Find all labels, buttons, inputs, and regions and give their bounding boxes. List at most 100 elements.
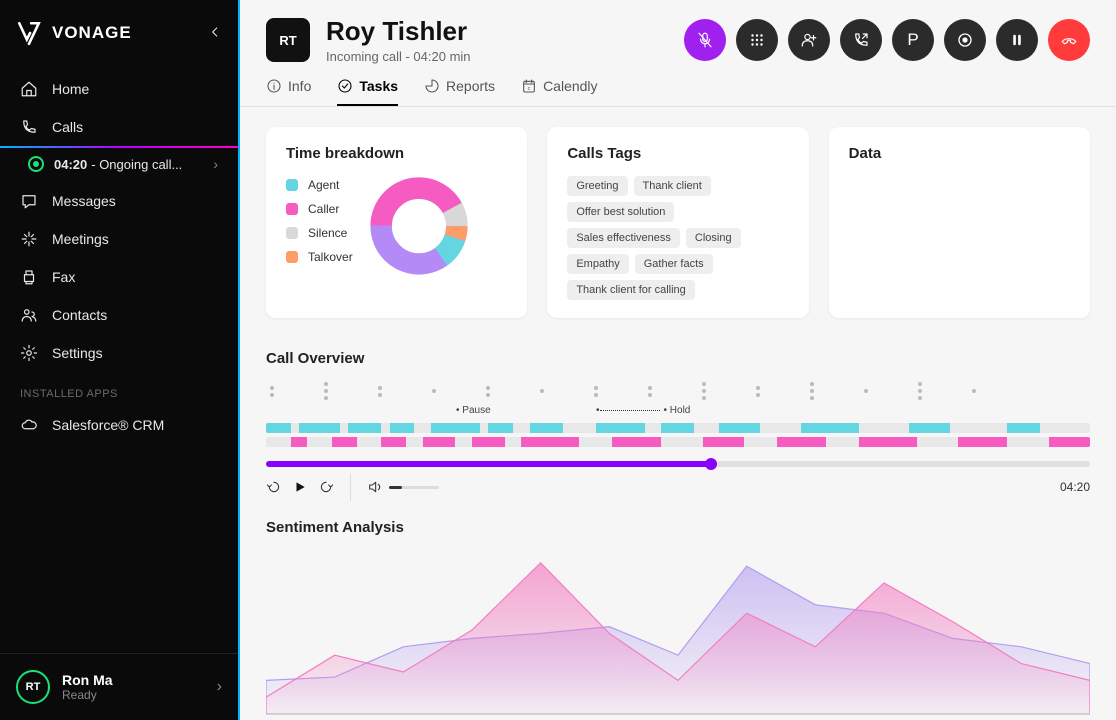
tab-calendly[interactable]: c Calendly <box>521 78 597 106</box>
phone-icon <box>20 118 38 136</box>
sidebar: VONAGE Home Calls 04:20 - Ongoing call..… <box>0 0 240 720</box>
cloud-icon <box>20 416 38 434</box>
play-button[interactable] <box>292 479 308 495</box>
record-button[interactable] <box>944 19 986 61</box>
sentiment-chart <box>266 546 1090 716</box>
user-status: Ready <box>62 688 113 702</box>
annot-hold: •• Hold <box>596 405 690 416</box>
user-name: Ron Ma <box>62 672 113 688</box>
vonage-logo-icon <box>16 20 42 46</box>
tab-label: Reports <box>446 78 495 94</box>
nav-label: Messages <box>52 193 116 209</box>
annot-pause: • Pause <box>456 405 491 416</box>
hangup-button[interactable] <box>1048 19 1090 61</box>
tab-reports[interactable]: Reports <box>424 78 495 106</box>
tab-label: Info <box>288 78 311 94</box>
volume-slider[interactable] <box>389 486 439 489</box>
tag[interactable]: Thank client <box>634 176 711 196</box>
tasks-icon <box>337 78 353 94</box>
rewind-button[interactable] <box>266 479 282 495</box>
volume-icon[interactable] <box>367 479 383 495</box>
gear-icon <box>20 344 38 362</box>
nav-label: Calls <box>52 119 83 135</box>
timeline-caller[interactable] <box>266 437 1090 447</box>
info-icon <box>266 78 282 94</box>
nav-meetings[interactable]: Meetings <box>0 220 238 258</box>
legend-item: Caller <box>286 202 353 216</box>
nav-messages[interactable]: Messages <box>0 182 238 220</box>
nav-contacts[interactable]: Contacts <box>0 296 238 334</box>
hold-button[interactable] <box>996 19 1038 61</box>
nav-home[interactable]: Home <box>0 70 238 108</box>
tab-info[interactable]: Info <box>266 78 311 106</box>
chevron-right-icon: › <box>217 678 222 696</box>
nav-label: Meetings <box>52 231 109 247</box>
park-button[interactable]: P <box>892 19 934 61</box>
call-actions: P <box>684 19 1090 61</box>
keypad-button[interactable] <box>736 19 778 61</box>
card-data: Data <box>829 127 1090 318</box>
main-pane: RT Roy Tishler Incoming call - 04:20 min… <box>240 0 1116 720</box>
nav-calls[interactable]: Calls <box>0 108 238 146</box>
tag[interactable]: Empathy <box>567 254 628 274</box>
tag[interactable]: Gather facts <box>635 254 713 274</box>
playback-time: 04:20 <box>1060 480 1090 494</box>
time-breakdown-donut <box>369 176 469 276</box>
nav-label: Contacts <box>52 307 107 323</box>
tabs: Info Tasks Reports c Calendly <box>240 64 1116 107</box>
mute-button[interactable] <box>684 19 726 61</box>
legend-item: Agent <box>286 178 353 192</box>
brand-row: VONAGE <box>0 0 238 70</box>
call-header: RT Roy Tishler Incoming call - 04:20 min… <box>240 0 1116 64</box>
fax-icon <box>20 268 38 286</box>
tag[interactable]: Greeting <box>567 176 627 196</box>
nav-salesforce[interactable]: Salesforce® CRM <box>0 406 238 444</box>
home-icon <box>20 80 38 98</box>
chevron-right-icon: › <box>213 156 218 172</box>
tag[interactable]: Sales effectiveness <box>567 228 680 248</box>
brand-word: VONAGE <box>52 23 132 43</box>
collapse-sidebar-btn[interactable] <box>208 22 222 45</box>
calendar-icon: c <box>521 78 537 94</box>
card-title: Data <box>849 145 1070 162</box>
tab-tasks[interactable]: Tasks <box>337 78 398 106</box>
card-title: Time breakdown <box>286 145 507 162</box>
tag[interactable]: Thank client for calling <box>567 280 694 300</box>
legend-item: Talkover <box>286 250 353 264</box>
timeline-agent[interactable] <box>266 423 1090 433</box>
tag[interactable]: Offer best solution <box>567 202 674 222</box>
tab-label: Tasks <box>359 78 398 94</box>
add-participant-button[interactable] <box>788 19 830 61</box>
sidebar-footer[interactable]: RT Ron Ma Ready › <box>0 653 238 720</box>
ongoing-label: - Ongoing call... <box>91 157 182 172</box>
nav-label: Fax <box>52 269 75 285</box>
nav-label: Home <box>52 81 89 97</box>
contacts-icon <box>20 306 38 324</box>
card-time-breakdown: Time breakdown Agent Caller Silence Talkove… <box>266 127 527 318</box>
transfer-button[interactable] <box>840 19 882 61</box>
forward-button[interactable] <box>318 479 334 495</box>
section-title: Sentiment Analysis <box>266 519 1090 536</box>
time-breakdown-legend: Agent Caller Silence Talkover <box>286 178 353 274</box>
sentiment-analysis: Sentiment Analysis <box>240 507 1116 720</box>
legend-item: Silence <box>286 226 353 240</box>
card-calls-tags: Calls Tags Greeting Thank client Offer bes… <box>547 127 808 318</box>
meetings-icon <box>20 230 38 248</box>
message-icon <box>20 192 38 210</box>
section-title: Call Overview <box>266 350 1090 367</box>
tags-wrap: Greeting Thank client Offer best solution S… <box>567 176 788 300</box>
tab-label: Calendly <box>543 78 597 94</box>
nav-ongoing-call[interactable]: 04:20 - Ongoing call... › <box>0 146 238 182</box>
nav-label: Settings <box>52 345 103 361</box>
nav-label: Salesforce® CRM <box>52 417 164 433</box>
contact-avatar: RT <box>266 18 310 62</box>
nav-settings[interactable]: Settings <box>0 334 238 372</box>
tag[interactable]: Closing <box>686 228 741 248</box>
live-indicator-icon <box>28 156 44 172</box>
card-title: Calls Tags <box>567 145 788 162</box>
installed-apps-label: INSTALLED APPS <box>0 372 238 406</box>
playback-progress[interactable] <box>266 461 1090 467</box>
reports-icon <box>424 78 440 94</box>
nav-fax[interactable]: Fax <box>0 258 238 296</box>
call-subtitle: Incoming call - 04:20 min <box>326 49 471 64</box>
